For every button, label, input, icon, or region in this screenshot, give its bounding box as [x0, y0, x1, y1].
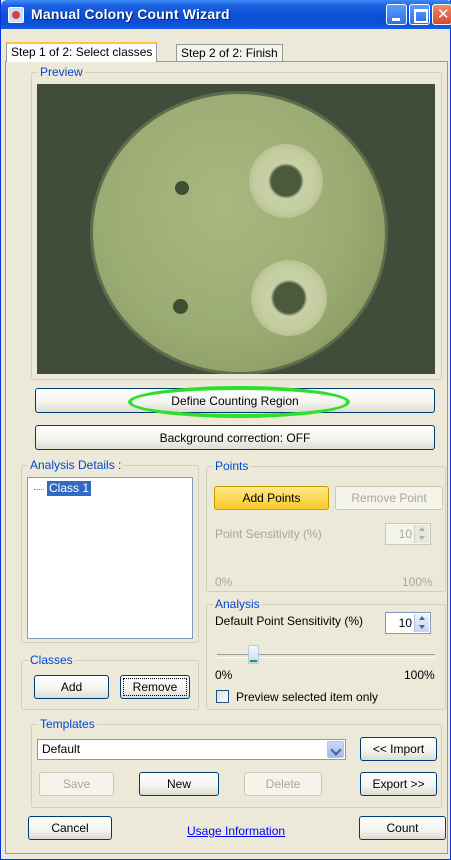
- new-template-button[interactable]: New: [139, 772, 219, 796]
- preview-selected-label: Preview selected item only: [236, 690, 379, 704]
- points-label: Points: [213, 459, 251, 473]
- minimize-button[interactable]: [386, 4, 407, 25]
- default-sensitivity-value: 10: [398, 616, 412, 630]
- analysis-details-group: Analysis Details : Class 1: [21, 458, 199, 643]
- maximize-button[interactable]: [409, 4, 430, 25]
- preview-label: Preview: [38, 65, 85, 79]
- list-item[interactable]: Class 1: [47, 481, 92, 496]
- add-points-button[interactable]: Add Points: [214, 486, 329, 510]
- colony: [175, 181, 189, 195]
- preview-group: Preview: [31, 65, 442, 380]
- tab-select-classes[interactable]: Step 1 of 2: Select classes: [6, 42, 158, 62]
- points-slider-min: 0%: [215, 575, 233, 589]
- points-group: Points Add Points Remove Point Point Sen…: [206, 459, 446, 592]
- remove-class-button[interactable]: Remove: [120, 675, 190, 699]
- default-sensitivity-spinner[interactable]: 10: [385, 612, 431, 634]
- templates-label: Templates: [38, 717, 97, 731]
- delete-template-button[interactable]: Delete: [244, 772, 322, 796]
- default-sensitivity-label: Default Point Sensitivity (%): [215, 614, 364, 628]
- import-button[interactable]: << Import: [360, 737, 437, 761]
- remove-point-button[interactable]: Remove Point: [335, 486, 443, 510]
- analysis-details-label: Analysis Details :: [28, 458, 124, 472]
- close-icon: ✕: [437, 6, 450, 23]
- point-sensitivity-spinner[interactable]: 10: [385, 523, 431, 545]
- preview-selected-checkbox[interactable]: [216, 690, 229, 703]
- colony-halo: [251, 260, 327, 336]
- point-sensitivity-label: Point Sensitivity (%): [215, 527, 322, 541]
- colony-halo: [249, 144, 323, 218]
- preview-image[interactable]: [37, 84, 435, 374]
- window-title: Manual Colony Count Wizard: [31, 6, 230, 22]
- petri-dish: [93, 94, 385, 372]
- chevron-down-icon[interactable]: [327, 741, 344, 758]
- classes-label: Classes: [28, 653, 75, 667]
- templates-group: Templates Default << Import Save New Del…: [31, 717, 442, 808]
- tree-connector: [34, 489, 44, 490]
- app-icon: [8, 7, 24, 23]
- analysis-label: Analysis: [213, 597, 262, 611]
- save-template-button[interactable]: Save: [39, 772, 114, 796]
- title-bar[interactable]: Manual Colony Count Wizard ✕: [1, 0, 451, 29]
- analysis-slider-max: 100%: [404, 668, 435, 682]
- analysis-slider-min: 0%: [215, 668, 233, 682]
- spinner-arrows-icon[interactable]: [414, 614, 429, 632]
- classes-group: Classes Add Remove: [21, 653, 199, 710]
- add-class-button[interactable]: Add: [34, 675, 109, 699]
- class-list[interactable]: Class 1: [27, 477, 193, 639]
- template-select[interactable]: Default: [37, 739, 346, 760]
- points-slider-max: 100%: [402, 575, 433, 589]
- export-button[interactable]: Export >>: [360, 772, 437, 796]
- background-correction-button[interactable]: Background correction: OFF: [35, 425, 435, 450]
- tab-strip: Step 1 of 2: Select classes Step 2 of 2:…: [1, 29, 451, 62]
- wizard-window: Manual Colony Count Wizard ✕ Step 1 of 2…: [0, 0, 451, 860]
- colony: [173, 299, 188, 314]
- spinner-arrows-icon[interactable]: [414, 525, 429, 543]
- count-button[interactable]: Count: [359, 816, 446, 840]
- analysis-group: Analysis Default Point Sensitivity (%) 1…: [206, 597, 446, 710]
- usage-information-link[interactable]: Usage Information: [187, 824, 285, 838]
- sensitivity-slider-thumb[interactable]: [248, 645, 259, 664]
- tab-finish[interactable]: Step 2 of 2: Finish: [176, 44, 283, 62]
- close-button[interactable]: ✕: [432, 4, 451, 25]
- template-selected-value: Default: [42, 742, 81, 756]
- define-counting-region-button[interactable]: Define Counting Region: [35, 388, 435, 413]
- point-sensitivity-value: 10: [398, 527, 412, 541]
- cancel-button[interactable]: Cancel: [28, 816, 112, 840]
